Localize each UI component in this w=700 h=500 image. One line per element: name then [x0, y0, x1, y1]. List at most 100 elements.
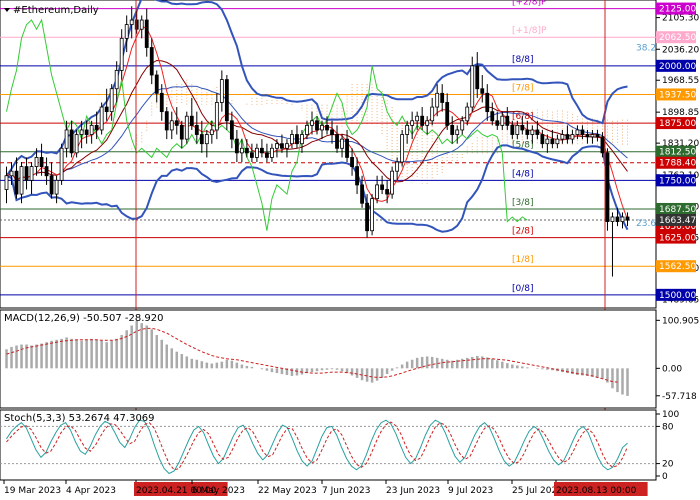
candle-body — [320, 124, 324, 131]
candle-body — [260, 147, 264, 154]
macd-tick-label: 0.00 — [662, 364, 682, 374]
candle-body — [465, 106, 470, 122]
candle-body — [290, 134, 294, 145]
candle-body — [325, 124, 329, 131]
candle-body — [244, 147, 249, 154]
candle-body — [475, 65, 480, 90]
price-tag-label: 1750.00 — [659, 176, 696, 186]
candle-body — [295, 134, 299, 145]
stoch-tick-label: 0 — [662, 472, 668, 482]
candle-body — [209, 129, 214, 135]
candle-body — [49, 175, 54, 195]
candle-body — [119, 37, 124, 71]
candle-body — [265, 152, 269, 158]
main-panel-frame — [0, 0, 657, 309]
candle-body — [199, 134, 204, 145]
candle-body — [545, 138, 550, 145]
murrey-label: [2/8] — [512, 227, 534, 237]
candle-body — [94, 124, 99, 131]
candle-body — [84, 129, 89, 135]
candle-body — [480, 88, 485, 94]
candle-body — [585, 134, 590, 138]
candle-body — [415, 115, 420, 122]
candle-body — [79, 129, 84, 135]
candle-body — [24, 166, 29, 181]
date-axis: 19 Mar 2023 4 Apr 2023 2023.04.21 00:006 M… — [3, 480, 648, 496]
candle-body — [4, 175, 9, 190]
candle-body — [184, 115, 189, 140]
candle-body — [255, 147, 259, 158]
stoch-tick-label: 20 — [662, 460, 674, 470]
murrey-label: [0/8] — [512, 284, 534, 294]
price-tag-label: 1625.00 — [659, 234, 696, 244]
candle-body — [550, 138, 555, 145]
macd-tick-label: 100.905 — [662, 316, 699, 326]
candle-body — [590, 134, 595, 138]
candle-body — [310, 120, 314, 126]
candle-body — [395, 161, 400, 172]
price-tick-label: 2036.20 — [662, 45, 699, 55]
candle-body — [99, 106, 104, 131]
candle-body — [74, 134, 79, 154]
candle-body — [159, 92, 164, 113]
candle-body — [345, 138, 349, 158]
candle-body — [204, 134, 209, 145]
candle-body — [445, 102, 450, 126]
candle-body — [174, 120, 179, 126]
candle-body — [605, 152, 610, 222]
candle-body — [360, 184, 364, 204]
candle-body — [39, 157, 44, 167]
candle-body — [505, 115, 510, 126]
candle-body — [9, 170, 14, 177]
stoch-tick-label: 80 — [662, 422, 674, 432]
candle-body — [565, 134, 570, 140]
candle-body — [54, 179, 59, 195]
candle-body — [525, 129, 530, 135]
candle-body — [229, 120, 234, 140]
price-tick-label: 1968.55 — [662, 76, 699, 86]
candle-body — [234, 138, 239, 154]
stoch-tick-label: 100 — [662, 410, 679, 420]
murrey-label: [3/8] — [512, 198, 534, 208]
price-tag-label: 1562.50 — [659, 262, 696, 272]
candle-body — [610, 216, 615, 222]
candle-body — [214, 102, 219, 131]
candle-body — [59, 147, 64, 181]
date-label: 6 May 2023 — [192, 486, 245, 496]
candle-body — [154, 74, 159, 94]
candle-body — [495, 120, 500, 126]
date-label: 7 Jun 2023 — [322, 486, 370, 496]
date-label: 4 Apr 2023 — [66, 486, 116, 496]
date-label: 19 Mar 2023 — [4, 486, 61, 496]
candle-body — [275, 143, 279, 149]
candle-body — [219, 79, 224, 103]
fib-label: 23.6 — [636, 219, 656, 229]
candle-body — [104, 106, 109, 113]
candle-body — [425, 120, 430, 126]
price-tag-label: 1937.50 — [659, 90, 696, 100]
stoch-label: Stoch(5,3,3) 53.2674 47.3069 — [4, 413, 155, 424]
candle-body — [405, 124, 410, 135]
candle-body — [149, 47, 154, 76]
candle-body — [365, 202, 369, 232]
candle-body — [490, 111, 495, 122]
candle-body — [600, 136, 605, 154]
candle-body — [560, 134, 565, 140]
candle-body — [300, 134, 304, 145]
candle-body — [44, 166, 49, 177]
price-tag-label: 1663.47 — [659, 216, 696, 226]
candle-body — [129, 19, 134, 26]
candle-body — [510, 124, 515, 135]
candle-body — [540, 134, 545, 145]
date-label: 9 Jul 2023 — [448, 486, 493, 496]
murrey-label: [7/8] — [512, 83, 534, 93]
candle-body — [305, 124, 309, 135]
candle-body — [224, 79, 229, 122]
fib-label: 38.2 — [636, 43, 656, 53]
candle-body — [124, 24, 129, 39]
candle-body — [109, 88, 114, 113]
candle-body — [64, 129, 69, 149]
candle-body — [440, 92, 445, 103]
price-tick-label: 2105.30 — [662, 14, 699, 24]
candle-body — [375, 184, 379, 200]
